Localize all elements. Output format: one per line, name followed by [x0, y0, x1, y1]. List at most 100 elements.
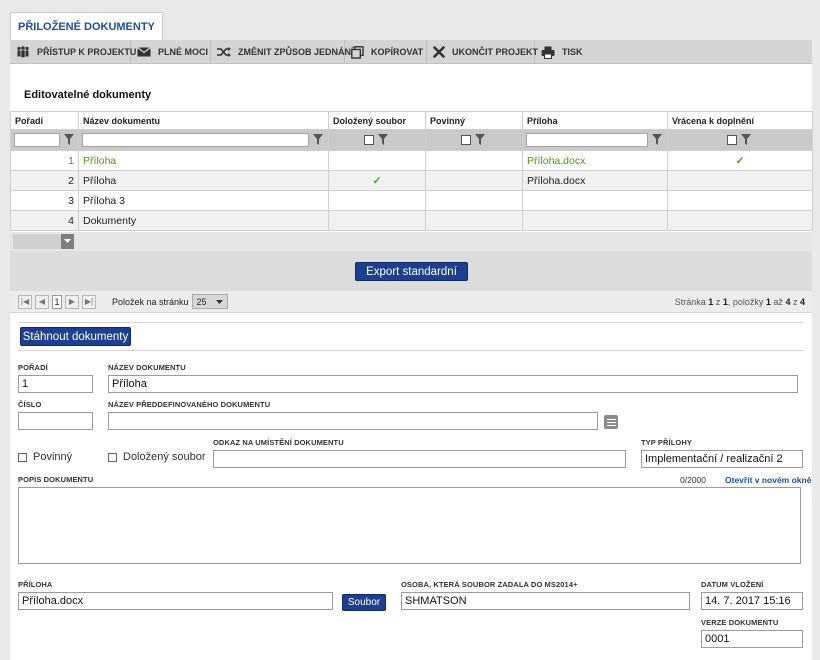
- stahnout-dokumenty-button[interactable]: Stáhnout dokumenty: [20, 327, 131, 346]
- col-priloha[interactable]: Příloha: [522, 111, 668, 130]
- nazev-dokumentu-field[interactable]: Příloha: [108, 375, 798, 393]
- filter-priloha-input[interactable]: [526, 133, 649, 147]
- tisk-button[interactable]: TISK: [535, 40, 591, 64]
- nazev-dokumentu-label: NÁZEV DOKUMENTU: [108, 363, 186, 372]
- cislo-label: ČÍSLO: [18, 400, 42, 409]
- filter-row: [10, 129, 813, 151]
- cell-povinny: [425, 210, 523, 231]
- osoba-label: OSOBA, KTERÁ SOUBOR ZADALA DO MS2014+: [401, 580, 578, 589]
- filter-icon[interactable]: [652, 134, 664, 146]
- col-dolozeny-soubor[interactable]: Doložený soubor: [328, 111, 426, 130]
- soubor-button[interactable]: Soubor: [342, 594, 386, 611]
- list-picker-icon[interactable]: [604, 415, 618, 429]
- popis-label: POPIS DOKUMENTU: [18, 475, 94, 484]
- zmenit-zpusob-jednani-button[interactable]: ZMĚNIT ZPŮSOB JEDNÁNÍ: [211, 40, 354, 64]
- cell-dolozeny: [328, 210, 426, 231]
- ukoncit-projekt-button[interactable]: UKONČIT PROJEKT: [427, 40, 538, 64]
- col-povinny[interactable]: Povinný: [425, 111, 523, 130]
- cell-nazev: Příloha 3: [78, 190, 329, 211]
- pristup-k-projektu-button[interactable]: PŘÍSTUP K PROJEKTU: [10, 40, 136, 64]
- povinny-label: Povinný: [33, 451, 73, 463]
- next-page-icon[interactable]: ▶: [65, 294, 79, 309]
- table-header-row: Pořadí Název dokumentu Doložený soubor P…: [10, 111, 813, 130]
- tisk-label: TISK: [562, 47, 583, 57]
- prev-page-icon[interactable]: ◀: [35, 294, 49, 309]
- filter-icon[interactable]: [313, 134, 325, 146]
- filter-poradi-input[interactable]: [14, 133, 60, 147]
- predefinovany-dokument-label: NÁZEV PŘEDDEFINOVANÉHO DOKUMENTU: [108, 400, 271, 409]
- divider: [18, 322, 804, 323]
- table-row[interactable]: 1 Příloha Příloha.docx ✓: [10, 150, 813, 171]
- cell-dolozeny: [328, 150, 426, 171]
- cell-poradi: 3: [10, 190, 79, 211]
- filter-icon[interactable]: [475, 134, 487, 146]
- table-row[interactable]: 2 Příloha ✓ Příloha.docx: [10, 170, 813, 191]
- cell-vracena: [667, 190, 813, 211]
- filter-dolozeny-checkbox[interactable]: [364, 135, 374, 145]
- datum-vlozeni-label: DATUM VLOŽENÍ: [701, 580, 764, 589]
- page-info-page: 1: [708, 297, 714, 307]
- filter-vracena-checkbox[interactable]: [727, 135, 737, 145]
- plne-moci-label: PLNÉ MOCI: [158, 47, 209, 57]
- grouping-select[interactable]: [13, 234, 74, 249]
- verze-dokumentu-label: VERZE DOKUMENTU: [701, 618, 779, 627]
- kopirovat-button[interactable]: KOPÍROVAT: [345, 40, 427, 64]
- cell-nazev: Příloha: [78, 170, 329, 191]
- cislo-field[interactable]: [18, 412, 93, 430]
- chevron-down-icon: [215, 297, 223, 307]
- export-band: Export standardní: [10, 251, 812, 291]
- section-title: Editovatelné dokumenty: [24, 89, 152, 101]
- checkbox-box[interactable]: [108, 452, 117, 462]
- filter-nazev-input[interactable]: [82, 133, 310, 147]
- first-page-icon[interactable]: |◀: [18, 294, 32, 309]
- page-info-of2: z: [792, 297, 798, 307]
- typ-prilohy-field[interactable]: Implementační / realizační 2: [641, 450, 803, 468]
- table-row[interactable]: 3 Příloha 3: [10, 190, 813, 211]
- povinny-checkbox[interactable]: Povinný: [18, 451, 72, 463]
- col-vracena-k-doplneni[interactable]: Vrácena k doplnění: [667, 111, 813, 130]
- zmenit-zpusob-jednani-label: ZMĚNIT ZPŮSOB JEDNÁNÍ: [238, 47, 354, 57]
- action-toolbar: PŘÍSTUP K PROJEKTU PLNÉ MOCI ZMĚNIT ZPŮS…: [10, 40, 812, 64]
- popis-textarea[interactable]: [18, 487, 801, 564]
- popis-counter: 0/2000: [680, 475, 706, 485]
- chevron-down-icon: [61, 234, 74, 249]
- documents-table: Pořadí Název dokumentu Doložený soubor P…: [10, 111, 813, 231]
- copy-icon: [351, 45, 364, 59]
- cell-povinny: [425, 150, 523, 171]
- page-info-items: , položky: [727, 297, 764, 307]
- current-page-input[interactable]: 1: [52, 294, 62, 309]
- poradi-field[interactable]: 1: [18, 375, 93, 393]
- export-standardni-button[interactable]: Export standardní: [355, 262, 468, 281]
- last-page-icon[interactable]: ▶|: [82, 294, 96, 309]
- per-page-label: Položek na stránku: [112, 296, 189, 307]
- filter-icon[interactable]: [741, 134, 753, 146]
- typ-prilohy-label: TYP PŘÍLOHY: [641, 438, 692, 447]
- checkbox-box[interactable]: [18, 452, 27, 462]
- col-poradi[interactable]: Pořadí: [10, 111, 79, 130]
- envelope-icon: [137, 45, 151, 59]
- per-page-select[interactable]: 25: [191, 294, 228, 309]
- cell-priloha: [522, 210, 668, 231]
- cell-priloha: [522, 190, 668, 211]
- content-panel: Editovatelné dokumenty Pořadí Název doku…: [10, 64, 813, 660]
- tab-prilozene-dokumenty[interactable]: PŘILOŽENÉ DOKUMENTY: [10, 12, 163, 43]
- shuffle-icon: [217, 45, 231, 59]
- predefinovany-dokument-field[interactable]: [108, 412, 598, 430]
- col-nazev-dokumentu[interactable]: Název dokumentu: [78, 111, 329, 130]
- cell-poradi: 2: [10, 170, 79, 191]
- filter-icon[interactable]: [378, 134, 390, 146]
- table-row[interactable]: 4 Dokumenty: [10, 210, 813, 231]
- filter-icon[interactable]: [63, 134, 75, 146]
- osoba-field[interactable]: SHMATSON: [401, 592, 690, 610]
- filter-povinny-checkbox[interactable]: [461, 135, 471, 145]
- kopirovat-label: KOPÍROVAT: [371, 47, 424, 57]
- cell-poradi: 1: [10, 150, 79, 171]
- priloha-field[interactable]: Příloha.docx: [18, 592, 333, 610]
- cell-vracena: [667, 170, 813, 191]
- odkaz-field[interactable]: [213, 450, 626, 468]
- datum-vlozeni-field[interactable]: 14. 7. 2017 15:16: [701, 592, 803, 610]
- dolozeny-soubor-checkbox[interactable]: Doložený soubor: [108, 451, 206, 463]
- open-new-window-link[interactable]: Otevřít v novém okně: [725, 475, 811, 485]
- plne-moci-button[interactable]: PLNÉ MOCI: [131, 40, 211, 64]
- verze-dokumentu-field[interactable]: 0001: [701, 630, 803, 648]
